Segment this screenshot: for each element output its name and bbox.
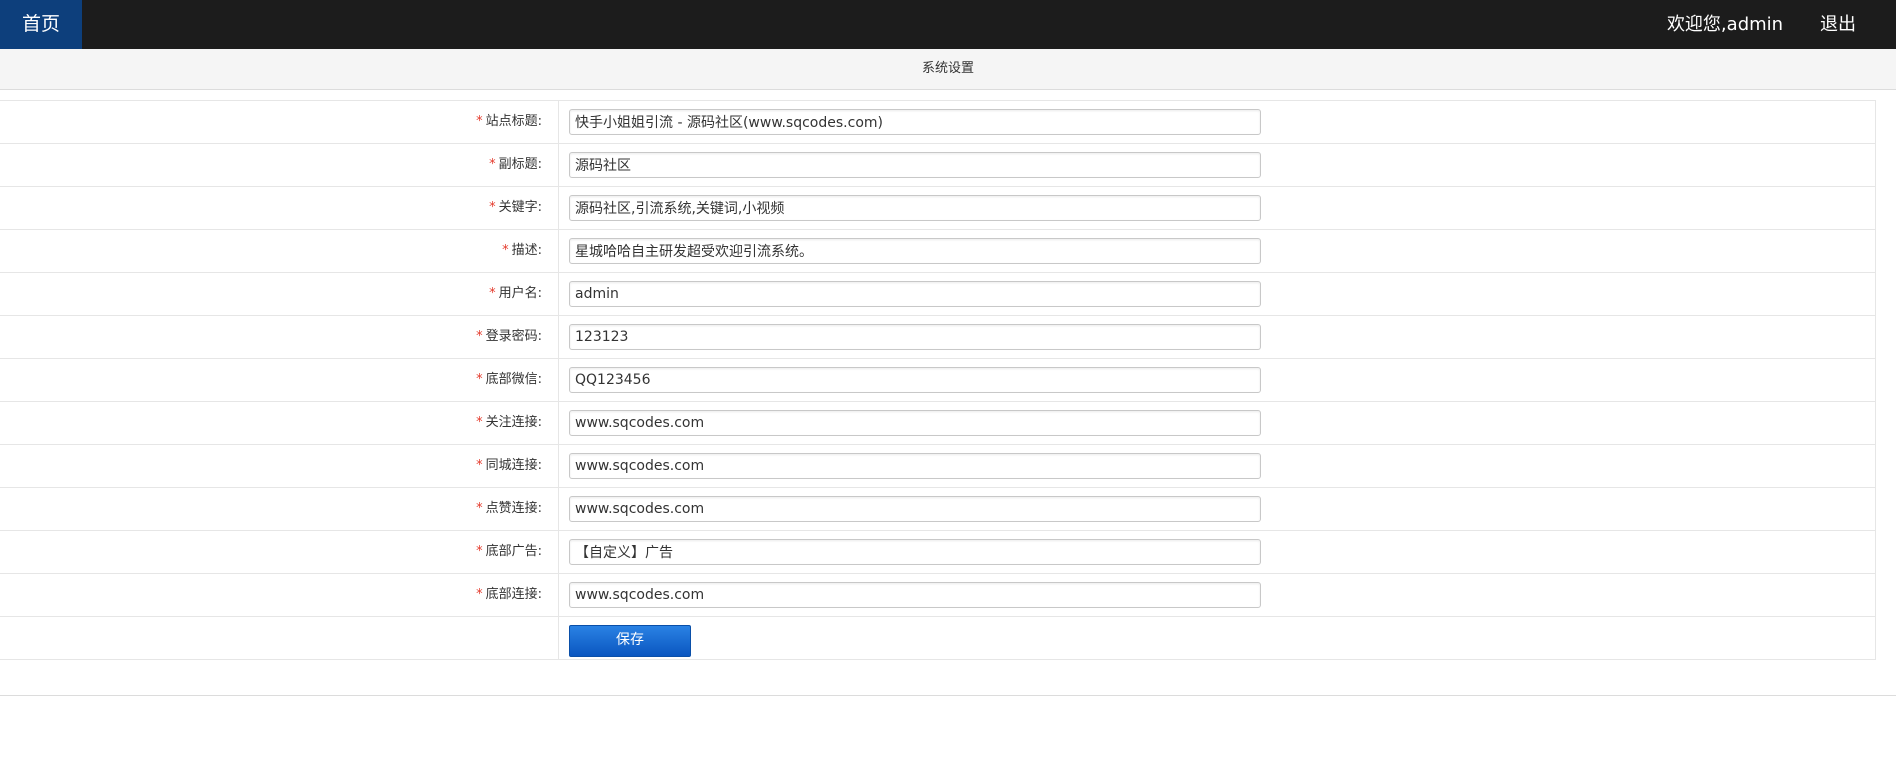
field-label: * 底部广告: xyxy=(0,531,559,573)
top-navigation-bar: 首页 欢迎您,admin 退出 xyxy=(0,0,1896,49)
field-label: * 关键字: xyxy=(0,187,559,229)
description-input[interactable] xyxy=(569,238,1261,264)
nav-home-link[interactable]: 首页 xyxy=(0,0,82,49)
field-label: * 站点标题: xyxy=(0,101,559,143)
required-mark: * xyxy=(489,200,496,215)
footer-link-input[interactable] xyxy=(569,582,1261,608)
field-label: * 底部微信: xyxy=(0,359,559,401)
field-label-text: 站点标题: xyxy=(485,114,542,129)
field-label: * 底部连接: xyxy=(0,574,559,616)
page-title: 系统设置 xyxy=(0,49,1896,90)
required-mark: * xyxy=(476,587,483,602)
site-title-input[interactable] xyxy=(569,109,1261,135)
field-label-text: 点赞连接: xyxy=(485,501,542,516)
required-mark: * xyxy=(489,286,496,301)
field-label-text: 关注连接: xyxy=(485,415,542,430)
form-row-local-link: * 同城连接: xyxy=(0,445,1875,488)
required-mark: * xyxy=(489,157,496,172)
field-label-text: 底部广告: xyxy=(485,544,542,559)
form-row-username: * 用户名: xyxy=(0,273,1875,316)
form-row-like-link: * 点赞连接: xyxy=(0,488,1875,531)
field-label-text: 用户名: xyxy=(498,286,542,301)
form-row-actions: 保存 xyxy=(0,617,1875,659)
field-label: * 同城连接: xyxy=(0,445,559,487)
footer-wechat-input[interactable] xyxy=(569,367,1261,393)
like-link-input[interactable] xyxy=(569,496,1261,522)
form-row-password: * 登录密码: xyxy=(0,316,1875,359)
footer-ad-input[interactable] xyxy=(569,539,1261,565)
form-row-keywords: * 关键字: xyxy=(0,187,1875,230)
required-mark: * xyxy=(476,544,483,559)
keywords-input[interactable] xyxy=(569,195,1261,221)
form-row-site-title: * 站点标题: xyxy=(0,101,1875,144)
field-label-text: 底部连接: xyxy=(485,587,542,602)
field-label-text: 副标题: xyxy=(498,157,542,172)
field-label: * 用户名: xyxy=(0,273,559,315)
field-label-text: 关键字: xyxy=(498,200,542,215)
required-mark: * xyxy=(476,372,483,387)
divider xyxy=(0,695,1896,696)
password-input[interactable] xyxy=(569,324,1261,350)
field-label: * 关注连接: xyxy=(0,402,559,444)
field-label-text: 描述: xyxy=(511,243,542,258)
field-label: * 点赞连接: xyxy=(0,488,559,530)
field-label-text: 底部微信: xyxy=(485,372,542,387)
username-input[interactable] xyxy=(569,281,1261,307)
form-row-follow-link: * 关注连接: xyxy=(0,402,1875,445)
field-label: * 登录密码: xyxy=(0,316,559,358)
required-mark: * xyxy=(502,243,509,258)
local-link-input[interactable] xyxy=(569,453,1261,479)
form-row-subtitle: * 副标题: xyxy=(0,144,1875,187)
field-label-text: 登录密码: xyxy=(485,329,542,344)
required-mark: * xyxy=(476,114,483,129)
empty-label-cell xyxy=(0,617,559,659)
logout-link[interactable]: 退出 xyxy=(1810,0,1866,49)
required-mark: * xyxy=(476,329,483,344)
settings-form: *站点标题: *副标题: *关键字: *描述: *用户名: *登录密码: *底部… xyxy=(0,100,1876,660)
required-mark: * xyxy=(476,501,483,516)
field-label-text: 同城连接: xyxy=(485,458,542,473)
follow-link-input[interactable] xyxy=(569,410,1261,436)
form-row-footer-ad: * 底部广告: xyxy=(0,531,1875,574)
field-label: * 描述: xyxy=(0,230,559,272)
welcome-message: 欢迎您,admin xyxy=(1666,14,1784,35)
required-mark: * xyxy=(476,458,483,473)
form-row-footer-link: * 底部连接: xyxy=(0,574,1875,617)
form-row-footer-wechat: * 底部微信: xyxy=(0,359,1875,402)
form-row-description: * 描述: xyxy=(0,230,1875,273)
save-button[interactable]: 保存 xyxy=(569,625,691,657)
required-mark: * xyxy=(476,415,483,430)
field-label: * 副标题: xyxy=(0,144,559,186)
subtitle-input[interactable] xyxy=(569,152,1261,178)
